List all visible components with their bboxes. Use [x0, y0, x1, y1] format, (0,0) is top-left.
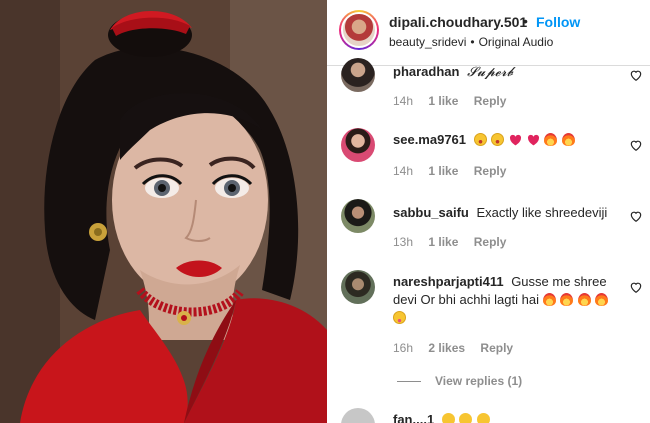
- star-struck-emoji-icon: [491, 133, 505, 146]
- commenter-username[interactable]: sabbu_saifu: [393, 205, 469, 220]
- comment-body: Exactly like shreedeviji: [476, 205, 608, 220]
- comment-body: 𝓢𝓾𝓹𝓮𝓻𝓫: [467, 65, 514, 80]
- comment-likes[interactable]: 2 likes: [428, 341, 465, 355]
- comment-emojis: [441, 412, 491, 423]
- comment-meta: 13h 1 like Reply: [393, 235, 518, 249]
- comment-time[interactable]: 13h: [393, 235, 413, 249]
- reply-button[interactable]: Reply: [474, 235, 507, 249]
- comment-likes[interactable]: 1 like: [428, 164, 458, 178]
- commenter-username[interactable]: nareshparjapti411: [393, 274, 504, 289]
- comment-text: pharadhan 𝓢𝓾𝓹𝓮𝓻𝓫: [393, 63, 623, 82]
- like-heart-icon[interactable]: [629, 138, 643, 152]
- view-replies-label[interactable]: View replies (1): [435, 374, 522, 388]
- star-struck-emoji-icon: [473, 133, 487, 146]
- comment-time[interactable]: 14h: [393, 164, 413, 178]
- portrait-illustration: [0, 0, 327, 423]
- reply-button[interactable]: Reply: [474, 164, 507, 178]
- reply-button[interactable]: Reply: [474, 94, 507, 108]
- commenter-username[interactable]: see.ma9761: [393, 132, 466, 147]
- red-heart-emoji-icon: [527, 134, 539, 146]
- commenter-avatar[interactable]: [341, 270, 375, 304]
- fire-emoji-icon: [561, 133, 575, 146]
- tongue-wink-emoji-icon: [393, 311, 406, 324]
- audio-owner[interactable]: beauty_sridevi: [389, 35, 466, 49]
- face-emoji-icon: [477, 413, 491, 423]
- view-replies-button[interactable]: View replies (1): [397, 374, 522, 388]
- audio-label[interactable]: Original Audio: [479, 35, 554, 49]
- commenter-username[interactable]: fan....1: [393, 412, 434, 423]
- fire-emoji-icon: [577, 293, 591, 306]
- comment-meta: 14h 1 like Reply: [393, 94, 518, 108]
- commenter-avatar[interactable]: [341, 128, 375, 162]
- author-avatar[interactable]: [339, 10, 379, 50]
- author-username[interactable]: dipali.choudhary.501: [389, 14, 527, 30]
- comment-likes[interactable]: 1 like: [428, 94, 458, 108]
- fire-emoji-icon: [560, 293, 574, 306]
- comment-text: sabbu_saifu Exactly like shreedeviji: [393, 204, 623, 222]
- fire-emoji-icon: [542, 293, 556, 306]
- view-replies-line: [397, 381, 421, 383]
- audio-info[interactable]: beauty_sridevi • Original Audio: [389, 35, 553, 49]
- comment-time[interactable]: 16h: [393, 341, 413, 355]
- like-heart-icon[interactable]: [629, 209, 643, 223]
- face-emoji-icon: [441, 413, 455, 423]
- commenter-avatar[interactable]: [341, 199, 375, 233]
- reply-button[interactable]: Reply: [480, 341, 513, 355]
- post-media[interactable]: [0, 0, 327, 423]
- like-heart-icon[interactable]: [629, 68, 643, 82]
- comment-likes[interactable]: 1 like: [428, 235, 458, 249]
- comment-meta: 14h 1 like Reply: [393, 164, 518, 178]
- fire-emoji-icon: [544, 133, 558, 146]
- commenter-avatar[interactable]: [341, 408, 375, 423]
- audio-separator: •: [470, 35, 475, 49]
- follow-button[interactable]: Follow: [536, 14, 580, 30]
- commenter-username[interactable]: pharadhan: [393, 64, 459, 79]
- like-heart-icon[interactable]: [629, 280, 643, 294]
- comment-text: see.ma9761: [393, 131, 623, 149]
- commenter-avatar[interactable]: [341, 58, 375, 92]
- comment-text: fan....1: [393, 411, 623, 423]
- comment-time[interactable]: 14h: [393, 94, 413, 108]
- fire-emoji-icon: [595, 293, 609, 306]
- face-emoji-icon: [459, 413, 473, 423]
- comment-meta: 16h 2 likes Reply: [393, 341, 525, 355]
- header-separator: •: [523, 13, 528, 29]
- comment-emojis: [473, 132, 576, 147]
- post-sidebar: dipali.choudhary.501 • Follow beauty_sri…: [327, 0, 650, 423]
- comment-text: nareshparjapti411 Gusse me shree devi Or…: [393, 273, 623, 327]
- author-avatar-image: [341, 12, 377, 48]
- red-heart-emoji-icon: [509, 134, 521, 146]
- post-header: dipali.choudhary.501 • Follow beauty_sri…: [327, 0, 650, 66]
